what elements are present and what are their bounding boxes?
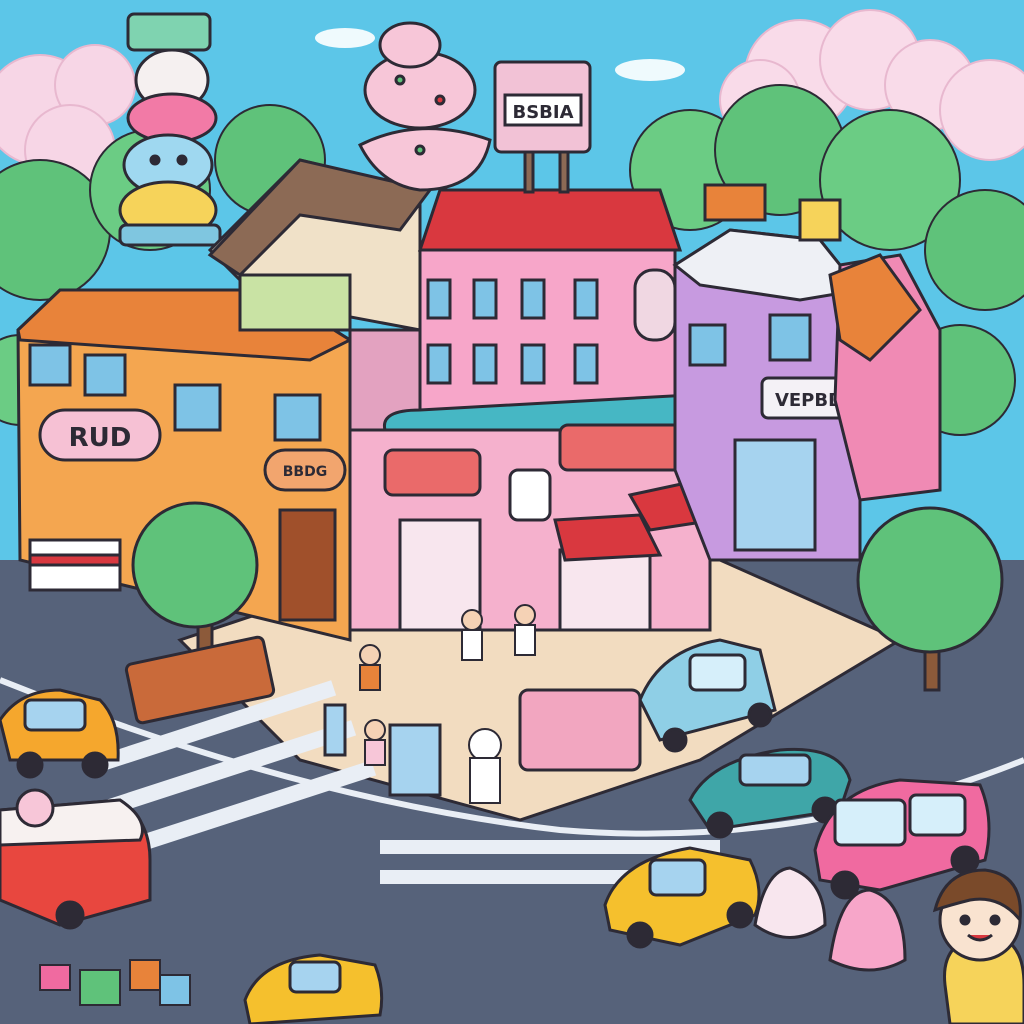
small-round-sign-text: BBDG: [283, 464, 327, 480]
left-shop-sign-text: RUD: [69, 423, 132, 453]
rooftop-billboard-text: BSBIA: [512, 102, 573, 123]
scene-illustration: RUD BBDG BSBIA VEPBD: [0, 0, 1024, 1024]
ice-cream-tower: [118, 12, 222, 247]
right-shop-sign-text: VEPBD: [775, 390, 843, 411]
bus-left: [0, 788, 152, 930]
cartoon-town-scene: RUD BBDG BSBIA VEPBD: [0, 0, 1024, 1024]
